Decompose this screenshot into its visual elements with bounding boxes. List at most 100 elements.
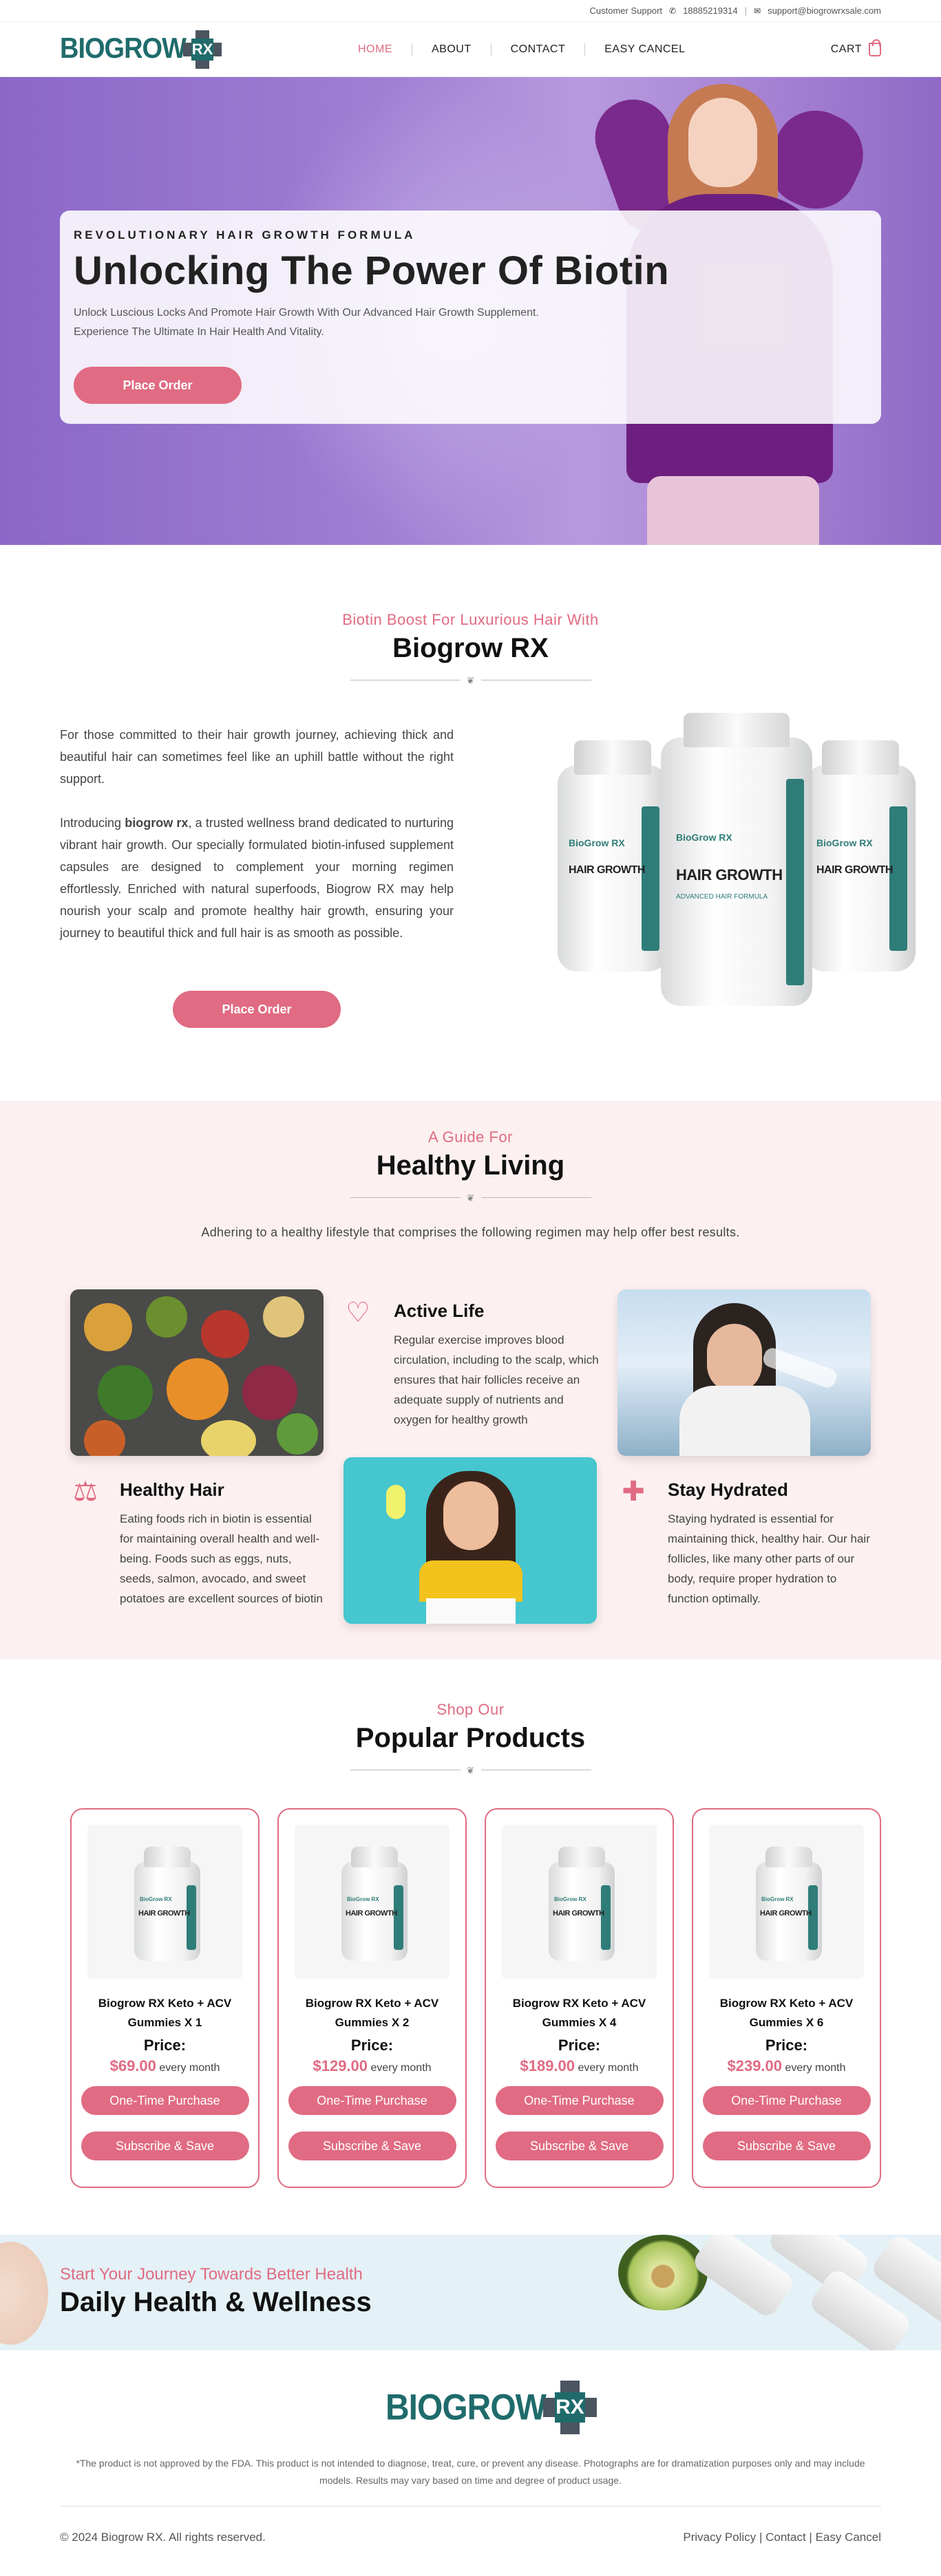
logo-cross-icon: RX [182,30,222,69]
intro-text: For those committed to their hair growth… [60,724,454,944]
leaf-icon: ❦ [460,1192,481,1203]
easy-cancel-link[interactable]: Easy Cancel [816,2531,881,2544]
support-phone[interactable]: 18885219314 [683,6,738,16]
subscribe-save-button[interactable]: Subscribe & Save [495,2132,664,2160]
banner-title: Daily Health & Wellness [60,2287,372,2317]
product-bottles-image: BioGrow RX HAIR GROWTH BioGrow RX HAIR GRO… [537,710,922,1027]
price-period: every month [785,2062,846,2074]
footer-links: Privacy Policy | Contact | Easy Cancel [683,2531,881,2544]
hero-kicker: REVOLUTIONARY HAIR GROWTH FORMULA [74,228,416,242]
one-time-purchase-button[interactable]: One-Time Purchase [288,2086,456,2115]
phone-icon: ✆ [669,6,677,16]
hero-card: REVOLUTIONARY HAIR GROWTH FORMULA Unlock… [60,211,881,424]
avocado-image [618,2235,708,2310]
products-section: Shop Our Popular Products ❦ BioGrow RX HA… [0,1660,941,2235]
product-image[interactable]: BioGrow RX HAIR GROWTH [502,1825,657,1979]
happy-hair-model-image [343,1457,597,1624]
active-life-block: Active Life Regular exercise improves bl… [394,1300,600,1430]
copyright: © 2024 Biogrow RX. All rights reserved. [60,2531,266,2544]
healthy-hair-text: Eating foods rich in biotin is essential… [120,1512,323,1605]
privacy-policy-link[interactable]: Privacy Policy [683,2531,756,2544]
subscribe-save-button[interactable]: Subscribe & Save [288,2132,456,2160]
cart-button[interactable]: CART [830,39,881,56]
intro-paragraph-1: For those committed to their hair growth… [60,728,454,786]
price-period: every month [370,2062,432,2074]
price-period: every month [578,2062,639,2074]
nav-home[interactable]: HOME [339,43,412,56]
logo-text: BIOGROW [60,32,187,65]
product-image[interactable]: BioGrow RX HAIR GROWTH [87,1825,242,1979]
fda-disclaimer: *The product is not approved by the FDA.… [76,2458,865,2486]
product-card: BioGrow RX HAIR GROWTH Biogrow RX Keto + … [70,1808,260,2188]
stay-hydrated-title: Stay Hydrated [668,1479,788,1500]
logo-mark: RX [554,2392,585,2423]
price-label: Price: [558,2037,601,2054]
product-list: BioGrow RX HAIR GROWTH Biogrow RX Keto + … [70,1808,881,2188]
product-name: Biogrow RX Keto + ACV Gummies X 6 [719,1997,854,2029]
active-life-title: Active Life [394,1300,485,1321]
shopping-bag-icon [869,39,881,56]
stay-hydrated-text: Staying hydrated is essential for mainta… [668,1512,870,1605]
one-time-purchase-button[interactable]: One-Time Purchase [81,2086,249,2115]
hero-place-order-button[interactable]: Place Order [74,367,242,404]
leaf-divider: ❦ [350,1763,591,1777]
cart-label: CART [830,43,862,55]
main-nav: HOME ABOUT CONTACT EASY CANCEL [339,43,705,56]
hero-title: Unlocking The Power Of Biotin [74,248,670,293]
leaf-divider: ❦ [350,674,591,687]
hydration-image [617,1289,871,1456]
brand-name: biogrow rx [125,816,189,830]
contact-link[interactable]: Contact [765,2531,806,2544]
site-logo[interactable]: BIOGROW RX [60,30,222,69]
footer-logo[interactable]: BIOGROW RX [385,2381,597,2434]
product-name: Biogrow RX Keto + ACV Gummies X 1 [98,1997,232,2029]
site-footer: BIOGROW RX *The product is not approved … [0,2350,941,2576]
support-label: Customer Support [589,6,663,16]
price-label: Price: [765,2037,808,2054]
subscribe-save-button[interactable]: Subscribe & Save [702,2132,871,2160]
logo-cross-icon: RX [542,2381,597,2434]
leaf-icon: ❦ [460,1765,481,1776]
banner-subheading: Start Your Journey Towards Better Health [60,2265,363,2284]
support-email[interactable]: support@biogrowrxsale.com [768,6,881,16]
product-name: Biogrow RX Keto + ACV Gummies X 4 [512,1997,646,2029]
kettlebell-icon: ⚖ [73,1477,98,1507]
nav-easy-cancel[interactable]: EASY CANCEL [585,43,704,56]
footer-divider [60,2506,881,2507]
product-card: BioGrow RX HAIR GROWTH Biogrow RX Keto + … [277,1808,467,2188]
healthy-hair-block: Healthy Hair Eating foods rich in biotin… [120,1479,326,1609]
hero-section: REVOLUTIONARY HAIR GROWTH FORMULA Unlock… [0,77,941,545]
product-price: $129.00 [313,2057,368,2074]
product-price: $69.00 [109,2057,156,2074]
subscribe-save-button[interactable]: Subscribe & Save [81,2132,249,2160]
leaf-divider: ❦ [350,1191,591,1205]
logo-mark: RX [191,38,213,61]
active-life-text: Regular exercise improves blood circulat… [394,1333,599,1426]
product-card: BioGrow RX HAIR GROWTH Biogrow RX Keto + … [692,1808,881,2188]
intro-place-order-button[interactable]: Place Order [173,991,341,1028]
product-image[interactable]: BioGrow RX HAIR GROWTH [709,1825,864,1979]
one-time-purchase-button[interactable]: One-Time Purchase [702,2086,871,2115]
one-time-purchase-button[interactable]: One-Time Purchase [495,2086,664,2115]
guide-subheading: A Guide For [428,1128,513,1146]
site-header: BIOGROW RX HOME ABOUT CONTACT EASY CANCE… [0,22,941,77]
intro-heading: Biogrow RX [392,633,549,663]
healthy-living-section: A Guide For Healthy Living ❦ Adhering to… [0,1101,941,1660]
nav-contact[interactable]: CONTACT [491,43,586,56]
product-name: Biogrow RX Keto + ACV Gummies X 2 [305,1997,439,2029]
products-subheading: Shop Our [436,1701,505,1718]
healthy-hair-title: Healthy Hair [120,1479,224,1500]
heart-pulse-icon: ♡ [346,1298,370,1328]
nav-about[interactable]: ABOUT [412,43,491,56]
guide-lead: Adhering to a healthy lifestyle that com… [201,1225,740,1239]
products-heading: Popular Products [355,1723,586,1753]
healthy-food-image [70,1289,324,1456]
leaf-icon: ❦ [460,675,481,686]
wellness-banner: Start Your Journey Towards Better Health… [0,2235,941,2350]
guide-heading: Healthy Living [376,1150,565,1181]
top-bar: Customer Support ✆ 18885219314 | ✉ suppo… [0,0,941,22]
intro-subheading: Biotin Boost For Luxurious Hair With [342,611,599,628]
intro-paragraph-2: Introducing biogrow rx, a trusted wellne… [60,816,454,940]
product-image[interactable]: BioGrow RX HAIR GROWTH [295,1825,450,1979]
medical-cross-icon: ✚ [622,1477,645,1507]
